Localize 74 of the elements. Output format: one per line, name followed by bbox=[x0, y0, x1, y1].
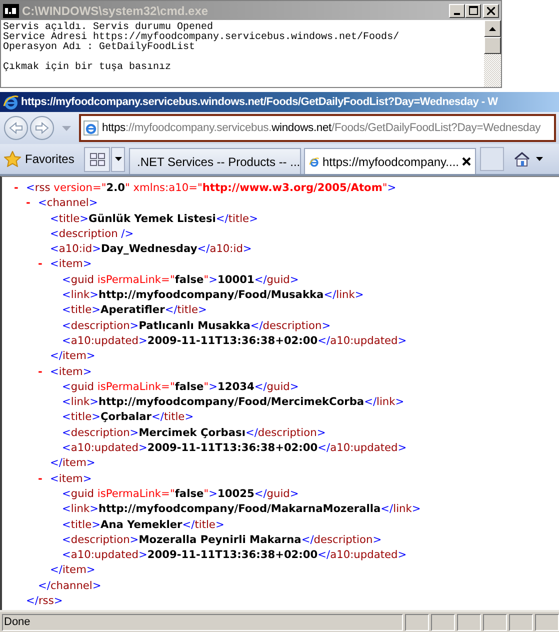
xml-line: <guid isPermaLink="false">10001</guid> bbox=[62, 272, 299, 288]
xml-line: </rss> bbox=[26, 594, 63, 610]
status-pane bbox=[431, 614, 455, 630]
xml-line: <link>http://myfoodcompany/Food/Musakka</link> bbox=[62, 288, 364, 304]
xml-line: <description>Mozeralla Peynirli Makarna</description> bbox=[62, 532, 382, 548]
xml-line: </item> bbox=[50, 563, 96, 578]
xml-line: <a10:updated>2009-11-11T13:36:38+02:00</a10:updated> bbox=[62, 441, 407, 456]
xml-line: </channel> bbox=[38, 578, 102, 594]
xml-line: <link>http://myfoodcompany/Food/MakarnaMozeralla</link> bbox=[62, 502, 421, 518]
xml-line: <item> bbox=[50, 364, 92, 380]
collapse-toggle[interactable]: - bbox=[38, 257, 50, 273]
xml-line: <link>http://myfoodcompany/Food/MercimekCorba</link> bbox=[62, 395, 404, 410]
xml-line: <rss version="2.0" xmlns:a10="http://www.w3.org/2005/Atom"> bbox=[26, 181, 396, 196]
maximize-icon bbox=[468, 6, 478, 15]
status-pane bbox=[535, 614, 559, 630]
caret-icon bbox=[536, 157, 543, 161]
xml-line: <guid isPermaLink="false">12034</guid> bbox=[62, 380, 299, 395]
minimize-button[interactable] bbox=[449, 4, 465, 18]
collapse-toggle[interactable]: - bbox=[14, 181, 26, 196]
close-icon bbox=[487, 6, 495, 14]
xml-line: <item> bbox=[50, 257, 92, 272]
xml-line: <title>Günlük Yemek Listesi</title> bbox=[50, 212, 258, 227]
xml-line: <channel> bbox=[38, 196, 98, 212]
caret-icon bbox=[114, 157, 122, 161]
status-pane bbox=[483, 614, 507, 630]
collapse-toggle[interactable]: - bbox=[38, 364, 50, 380]
quick-tabs-button[interactable] bbox=[84, 146, 110, 172]
close-button[interactable] bbox=[483, 4, 499, 18]
status-pane bbox=[405, 614, 429, 630]
xml-line: <description /> bbox=[50, 226, 134, 242]
xml-line: <a10:updated>2009-11-11T13:36:38+02:00</a10:updated> bbox=[62, 548, 407, 564]
console-line: Service Adresi https://myfoodcompany.servicebus.windows.net/Foods/ bbox=[3, 33, 400, 43]
browser-tab[interactable]: https://myfoodcompany.... bbox=[304, 148, 476, 174]
status-text: Done bbox=[2, 614, 403, 630]
address-field[interactable]: https://myfoodcompany.servicebus.windows.net/Foods/GetDailyFoodList?Day=Wednesday bbox=[79, 114, 556, 142]
grid-icon bbox=[90, 152, 104, 166]
xml-line: <description>Mercimek Çorbası</description> bbox=[62, 426, 326, 441]
xml-line: <title>Aperatifler</title> bbox=[62, 303, 207, 318]
xml-line: <title>Çorbalar</title> bbox=[62, 410, 194, 426]
scrollbar[interactable] bbox=[484, 20, 501, 87]
xml-line: <guid isPermaLink="false">10025</guid> bbox=[62, 486, 299, 502]
tab-list-button[interactable] bbox=[111, 146, 125, 172]
page-icon bbox=[83, 120, 99, 136]
window-title: C:\WINDOWS\system32\cmd.exe bbox=[22, 4, 210, 18]
xml-line: </item> bbox=[50, 456, 96, 472]
forward-button[interactable] bbox=[30, 116, 54, 140]
browser-tab[interactable]: .NET Services -- Products -- ... bbox=[129, 148, 301, 174]
collapse-toggle[interactable]: - bbox=[38, 472, 50, 487]
browser-icon bbox=[3, 94, 19, 110]
console-line: Operasyon Adı : GetDailyFoodList bbox=[3, 43, 196, 53]
xml-line: <description>Patlıcanlı Musakka</description> bbox=[62, 318, 331, 334]
star-icon bbox=[4, 151, 21, 167]
xml-line: </item> bbox=[50, 349, 96, 364]
xml-line: <item> bbox=[50, 472, 92, 487]
maximize-button[interactable] bbox=[465, 4, 481, 18]
back-arrow-icon bbox=[9, 122, 23, 134]
console-icon bbox=[3, 4, 19, 18]
xml-line: <a10:updated>2009-11-11T13:36:38+02:00</a10:updated> bbox=[62, 334, 407, 349]
minimize-icon bbox=[454, 12, 460, 14]
xml-line: <title>Ana Yemekler</title> bbox=[62, 518, 224, 533]
collapse-toggle[interactable]: - bbox=[26, 196, 38, 212]
console-line: Çıkmak için bir tuşa basınız bbox=[3, 63, 172, 73]
xml-line: <a10:id>Day_Wednesday</a10:id> bbox=[50, 242, 252, 258]
back-button[interactable] bbox=[4, 116, 28, 140]
window-title: https://myfoodcompany.servicebus.windows.net/Foods/GetDailyFoodList?Day=Wednesday - W bbox=[21, 96, 498, 108]
home-icon bbox=[514, 152, 530, 166]
status-pane bbox=[457, 614, 481, 630]
favorites-button[interactable]: Favorites bbox=[4, 151, 84, 167]
up-arrow-icon[interactable] bbox=[489, 26, 496, 30]
forward-arrow-icon bbox=[35, 122, 49, 134]
console-line: Servis açıldı. Servis durumu Opened bbox=[3, 23, 214, 33]
home-button[interactable] bbox=[514, 152, 543, 166]
close-icon[interactable] bbox=[462, 157, 471, 166]
status-pane bbox=[509, 614, 533, 630]
